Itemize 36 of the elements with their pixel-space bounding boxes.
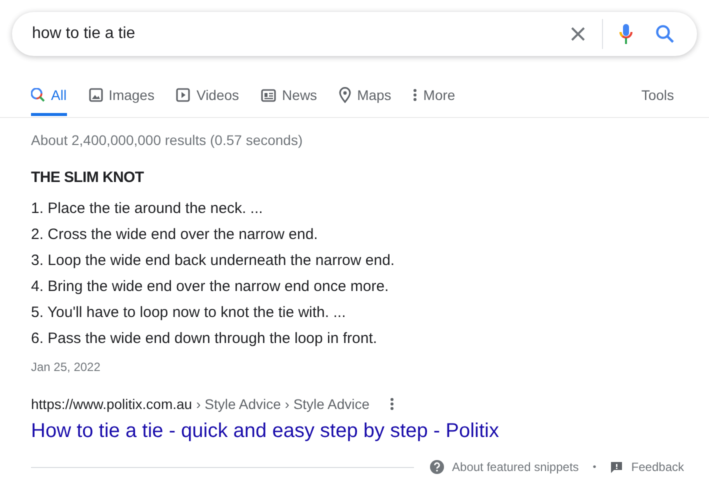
result-url: https://www.politix.com.au bbox=[31, 396, 192, 412]
result-title-link[interactable]: How to tie a tie - quick and easy step by step - Politix bbox=[31, 420, 678, 443]
search-field[interactable]: how to tie a tie bbox=[12, 12, 697, 56]
newspaper-icon bbox=[261, 88, 276, 102]
search-icon[interactable] bbox=[655, 24, 675, 44]
search-tab[interactable]: Images bbox=[88, 77, 154, 116]
more-icon[interactable] bbox=[390, 397, 394, 411]
image-icon bbox=[88, 88, 103, 102]
location-pin-icon bbox=[339, 87, 352, 103]
more-icon bbox=[413, 88, 418, 102]
search-query: how to tie a tie bbox=[32, 25, 136, 43]
snippet-step: 3. Loop the wide end back underneath the narrow end. bbox=[31, 248, 678, 274]
help-icon[interactable] bbox=[430, 460, 444, 474]
play-icon bbox=[176, 88, 190, 102]
snippet-date: Jan 25, 2022 bbox=[31, 360, 102, 374]
snippet-step: 6. Pass the wide end down through the loop in front. bbox=[31, 326, 678, 352]
about-snippets-link[interactable]: About featured snippets bbox=[452, 460, 579, 474]
search-icon bbox=[31, 88, 45, 102]
search-tab[interactable]: Maps bbox=[339, 77, 392, 116]
breadcrumb: › Style Advice › Style Advice bbox=[196, 396, 370, 412]
snippet-step: 1. Place the tie around the neck. ... bbox=[31, 196, 678, 222]
feedback-icon[interactable] bbox=[610, 460, 624, 474]
search-tab[interactable]: All bbox=[31, 77, 67, 116]
tools-tab[interactable]: Tools bbox=[641, 77, 678, 116]
snippet-step: 5. You'll have to loop now to knot the tie with. ... bbox=[31, 300, 678, 326]
snippet-heading: THE SLIM KNOT bbox=[31, 169, 145, 186]
snippet-step: 2. Cross the wide end over the narrow end. bbox=[31, 222, 678, 248]
search-tab[interactable]: News bbox=[261, 77, 318, 116]
close-icon[interactable] bbox=[570, 26, 586, 42]
snippet-step: 4. Bring the wide end over the narrow end once more. bbox=[31, 274, 678, 300]
separator-dot: • bbox=[592, 462, 596, 472]
result-stats: About 2,400,000,000 results (0.57 seconds) bbox=[31, 132, 304, 148]
feedback-link[interactable]: Feedback bbox=[631, 460, 684, 474]
microphone-icon[interactable] bbox=[619, 23, 633, 45]
search-tab[interactable]: More bbox=[413, 77, 456, 116]
search-tab[interactable]: Videos bbox=[176, 77, 240, 116]
